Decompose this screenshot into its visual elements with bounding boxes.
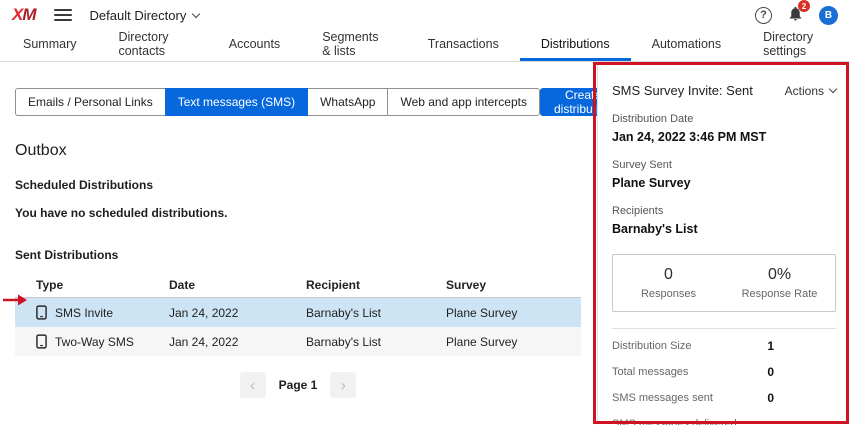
tab-automations[interactable]: Automations bbox=[631, 30, 742, 61]
xm-logo: XM bbox=[12, 5, 36, 25]
menu-icon[interactable] bbox=[54, 6, 72, 24]
metric-total-messages: Total messages 0 bbox=[612, 359, 836, 385]
tab-accounts[interactable]: Accounts bbox=[208, 30, 301, 61]
previous-page-button[interactable]: ‹ bbox=[240, 372, 266, 398]
metric-value: 0 bbox=[767, 365, 774, 379]
chevron-down-icon bbox=[829, 85, 837, 93]
tab-segments-lists[interactable]: Segments & lists bbox=[301, 30, 407, 61]
metric-value: 0 bbox=[767, 391, 774, 405]
distribution-detail-panel: SMS Survey Invite: Sent Actions Distribu… bbox=[597, 63, 850, 425]
page-title: Outbox bbox=[15, 142, 581, 160]
directory-label: Default Directory bbox=[90, 8, 187, 23]
metric-distribution-size: Distribution Size 1 bbox=[612, 333, 836, 359]
column-header-date: Date bbox=[169, 278, 306, 292]
page-indicator: Page 1 bbox=[279, 378, 318, 392]
stat-responses: 0 Responses bbox=[613, 255, 724, 311]
field-survey-sent: Survey Sent Plane Survey bbox=[612, 159, 836, 190]
cell-date: Jan 24, 2022 bbox=[169, 335, 306, 349]
metric-label: Distribution Size bbox=[612, 340, 691, 352]
avatar[interactable]: B bbox=[819, 6, 838, 25]
actions-dropdown[interactable]: Actions bbox=[785, 84, 836, 98]
cell-date: Jan 24, 2022 bbox=[169, 306, 306, 320]
next-page-button[interactable]: › bbox=[330, 372, 356, 398]
channel-tab-sms[interactable]: Text messages (SMS) bbox=[165, 88, 308, 116]
directory-nav: Summary Directory contacts Accounts Segm… bbox=[0, 30, 850, 62]
top-bar: XM Default Directory ? 2 B bbox=[0, 0, 850, 30]
cell-recipient: Barnaby's List bbox=[306, 306, 446, 320]
tab-transactions[interactable]: Transactions bbox=[407, 30, 520, 61]
scheduled-empty-message: You have no scheduled distributions. bbox=[15, 206, 581, 220]
stat-response-rate: 0% Response Rate bbox=[724, 255, 835, 311]
notifications-button[interactable]: 2 bbox=[787, 5, 804, 25]
scheduled-distributions-heading: Scheduled Distributions bbox=[15, 178, 581, 192]
tab-distributions[interactable]: Distributions bbox=[520, 30, 631, 61]
response-stats-box: 0 Responses 0% Response Rate bbox=[612, 254, 836, 312]
field-label: Distribution Date bbox=[612, 113, 836, 125]
metric-sms-messages-delivered: SMS messages delivered bbox=[612, 411, 836, 425]
field-distribution-date: Distribution Date Jan 24, 2022 3:46 PM M… bbox=[612, 113, 836, 144]
sent-distributions-table: Type Date Recipient Survey SMS Invite Ja… bbox=[15, 272, 581, 356]
channel-tab-web-intercepts[interactable]: Web and app intercepts bbox=[387, 88, 540, 116]
stat-label: Response Rate bbox=[742, 288, 818, 300]
channel-toolbar: Emails / Personal Links Text messages (S… bbox=[15, 88, 581, 116]
field-recipients: Recipients Barnaby's List bbox=[612, 205, 836, 236]
field-label: Survey Sent bbox=[612, 159, 836, 171]
metric-label: SMS messages sent bbox=[612, 392, 713, 404]
field-value: Jan 24, 2022 3:46 PM MST bbox=[612, 130, 836, 144]
column-header-survey: Survey bbox=[446, 278, 581, 292]
metric-label: Total messages bbox=[612, 366, 688, 378]
phone-icon bbox=[36, 334, 47, 349]
metric-label: SMS messages delivered bbox=[612, 418, 737, 425]
tab-summary[interactable]: Summary bbox=[2, 30, 97, 61]
metrics-list: Distribution Size 1 Total messages 0 SMS… bbox=[612, 328, 836, 425]
panel-title: SMS Survey Invite: Sent bbox=[612, 83, 753, 98]
channel-tab-emails[interactable]: Emails / Personal Links bbox=[15, 88, 166, 116]
tab-directory-settings[interactable]: Directory settings bbox=[742, 30, 850, 61]
sent-distributions-heading: Sent Distributions bbox=[15, 248, 581, 262]
metric-sms-messages-sent: SMS messages sent 0 bbox=[612, 385, 836, 411]
cell-type: SMS Invite bbox=[55, 306, 113, 320]
column-header-recipient: Recipient bbox=[306, 278, 446, 292]
tab-directory-contacts[interactable]: Directory contacts bbox=[97, 30, 207, 61]
actions-label: Actions bbox=[785, 84, 824, 98]
phone-icon bbox=[36, 305, 47, 320]
field-value: Plane Survey bbox=[612, 176, 836, 190]
metric-value: 1 bbox=[767, 339, 774, 353]
notification-badge: 2 bbox=[798, 0, 810, 12]
stat-value: 0% bbox=[768, 266, 791, 284]
field-label: Recipients bbox=[612, 205, 836, 217]
directory-selector[interactable]: Default Directory bbox=[90, 8, 200, 23]
cell-survey: Plane Survey bbox=[446, 335, 581, 349]
stat-label: Responses bbox=[641, 288, 696, 300]
pagination: ‹ Page 1 › bbox=[15, 372, 581, 398]
cell-recipient: Barnaby's List bbox=[306, 335, 446, 349]
chevron-down-icon bbox=[192, 9, 200, 17]
column-header-type: Type bbox=[15, 278, 169, 292]
stat-value: 0 bbox=[664, 266, 673, 284]
table-row[interactable]: Two-Way SMS Jan 24, 2022 Barnaby's List … bbox=[15, 327, 581, 356]
field-value: Barnaby's List bbox=[612, 222, 836, 236]
channel-tab-group: Emails / Personal Links Text messages (S… bbox=[15, 88, 540, 116]
help-icon[interactable]: ? bbox=[755, 7, 772, 24]
table-header-row: Type Date Recipient Survey bbox=[15, 272, 581, 298]
table-row[interactable]: SMS Invite Jan 24, 2022 Barnaby's List P… bbox=[15, 298, 581, 327]
cell-type: Two-Way SMS bbox=[55, 335, 134, 349]
channel-tab-whatsapp[interactable]: WhatsApp bbox=[307, 88, 388, 116]
cell-survey: Plane Survey bbox=[446, 306, 581, 320]
distributions-main: Emails / Personal Links Text messages (S… bbox=[0, 62, 596, 425]
